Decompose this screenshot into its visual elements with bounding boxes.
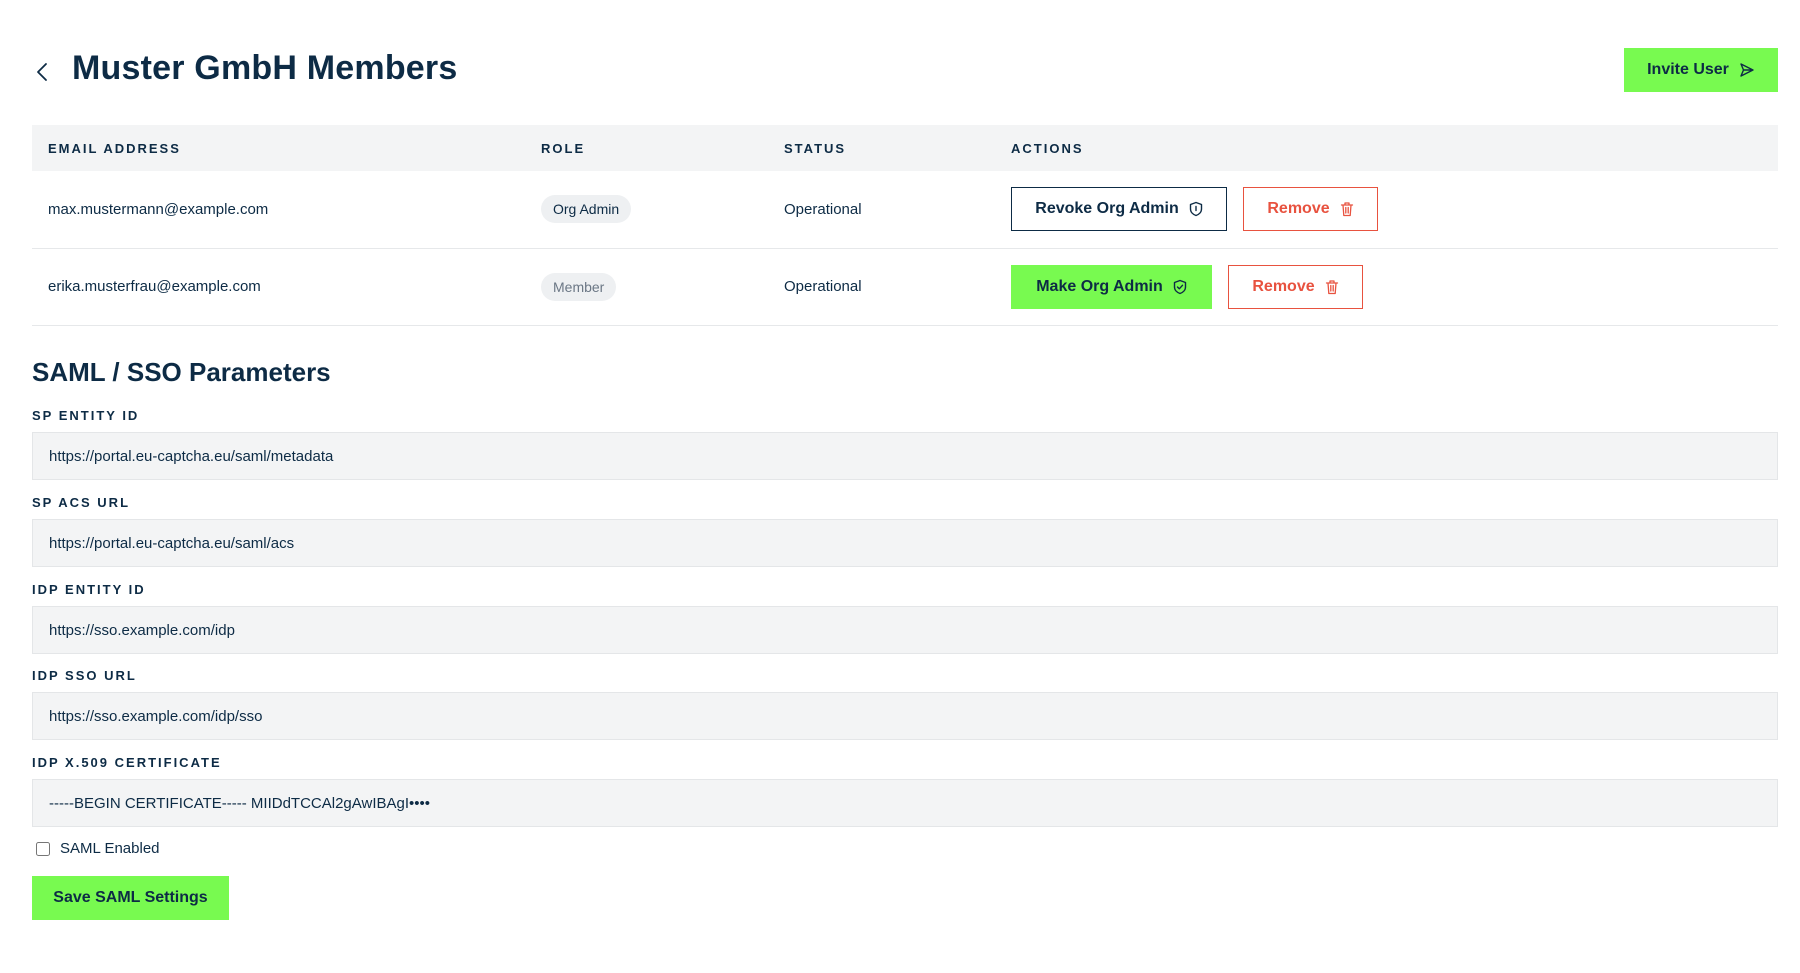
member-status: Operational <box>784 278 862 295</box>
idp-sso-url-field[interactable] <box>32 692 1778 740</box>
sp-entity-id-label: SP ENTITY ID <box>32 408 140 423</box>
remove-label: Remove <box>1252 277 1315 295</box>
sp-acs-url-field[interactable] <box>32 519 1778 567</box>
save-saml-settings-button[interactable]: Save SAML Settings <box>32 876 229 920</box>
member-email: erika.musterfrau@example.com <box>48 278 261 295</box>
back-button[interactable] <box>32 58 56 86</box>
column-header-role: ROLE <box>541 140 586 156</box>
page-title: Muster GmbH Members <box>72 49 458 87</box>
member-status: Operational <box>784 200 862 218</box>
idp-certificate-field[interactable] <box>32 779 1778 827</box>
saml-section-title: SAML / SSO Parameters <box>32 357 331 387</box>
idp-entity-id-field[interactable] <box>32 606 1778 654</box>
saml-enabled-label: SAML Enabled <box>60 840 160 857</box>
shield-icon <box>1189 202 1202 217</box>
shield-check-icon <box>1173 279 1186 294</box>
chevron-left-icon <box>37 63 47 81</box>
remove-button[interactable]: Remove <box>1243 187 1378 232</box>
sp-entity-id-field[interactable] <box>32 432 1778 480</box>
role-badge: Org Admin <box>541 195 632 224</box>
column-header-actions: ACTIONS <box>1011 140 1084 156</box>
members-table: EMAIL ADDRESS ROLE STATUS ACTIONS max.mu… <box>32 125 1778 326</box>
idp-entity-id-label: IDP ENTITY ID <box>32 582 146 597</box>
member-email: max.mustermann@example.com <box>48 200 269 218</box>
revoke-org-admin-label: Revoke Org Admin <box>1035 200 1179 218</box>
column-header-status: STATUS <box>784 140 847 156</box>
table-row: max.mustermann@example.com Org Admin Ope… <box>32 171 1778 248</box>
invite-user-button[interactable]: Invite User <box>1624 48 1778 92</box>
revoke-org-admin-button[interactable]: Revoke Org Admin <box>1011 187 1227 232</box>
trash-icon <box>1325 279 1338 294</box>
page-header: Muster GmbH Members Invite User <box>32 46 1778 92</box>
make-org-admin-button[interactable]: Make Org Admin <box>1011 264 1212 309</box>
table-header-row: EMAIL ADDRESS ROLE STATUS ACTIONS <box>32 125 1778 171</box>
send-icon <box>1740 63 1754 77</box>
invite-user-label: Invite User <box>1647 61 1729 78</box>
role-badge: Member <box>541 272 617 301</box>
column-header-email: EMAIL ADDRESS <box>48 140 181 156</box>
idp-certificate-label: IDP X.509 CERTIFICATE <box>32 755 222 770</box>
make-org-admin-label: Make Org Admin <box>1036 277 1163 295</box>
remove-label: Remove <box>1267 200 1330 218</box>
remove-button[interactable]: Remove <box>1228 264 1363 309</box>
saml-enabled-row[interactable]: SAML Enabled <box>36 840 160 857</box>
trash-icon <box>1340 202 1353 217</box>
table-row: erika.musterfrau@example.com Member Oper… <box>32 248 1778 325</box>
sp-acs-url-label: SP ACS URL <box>32 495 131 510</box>
row-actions: Revoke Org Admin Remove <box>1011 187 1778 232</box>
row-actions: Make Org Admin Remove <box>1011 264 1778 309</box>
members-page: Muster GmbH Members Invite User EMAIL AD… <box>0 0 1800 973</box>
saml-enabled-checkbox[interactable] <box>36 841 50 856</box>
idp-sso-url-label: IDP SSO URL <box>32 668 137 683</box>
